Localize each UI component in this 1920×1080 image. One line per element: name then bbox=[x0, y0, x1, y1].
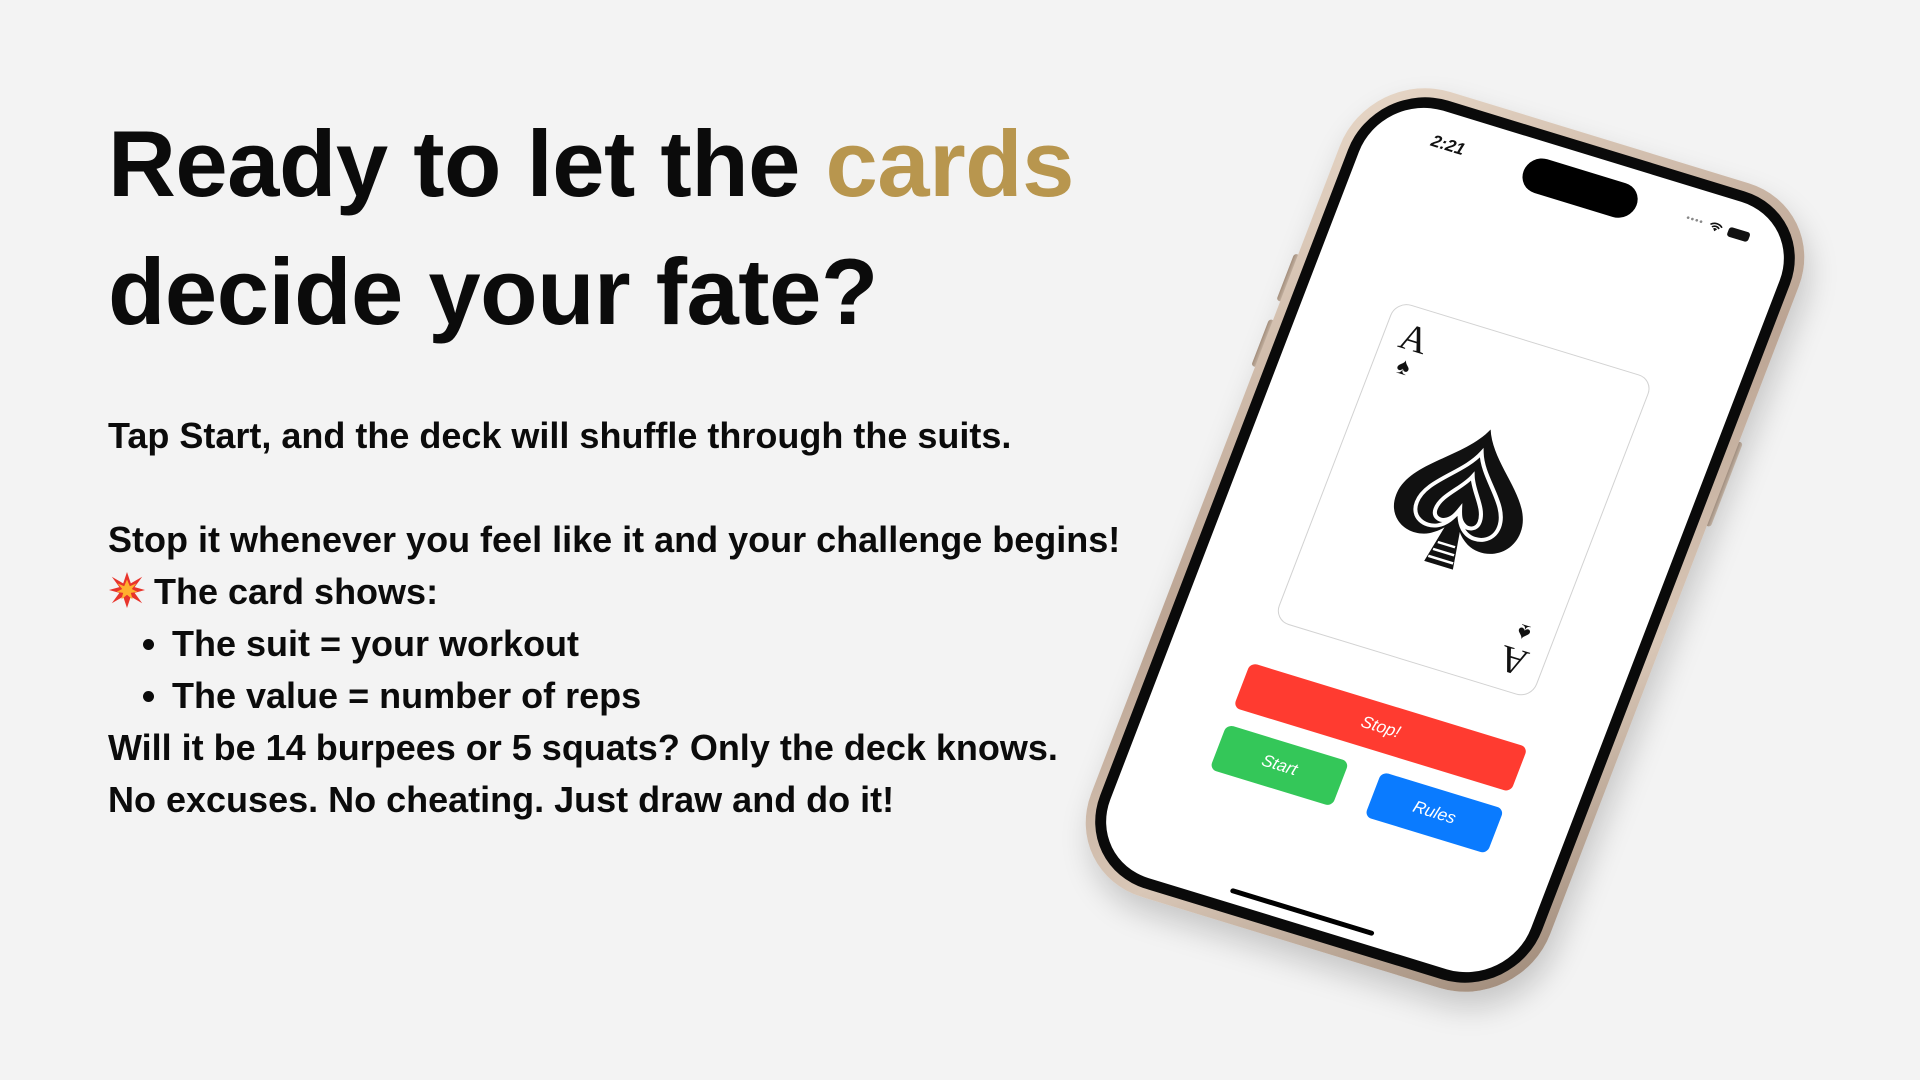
list-item: The suit = your workout bbox=[172, 618, 1158, 670]
intro-text: Tap Start, and the deck will shuffle thr… bbox=[108, 415, 1012, 456]
status-icons: •••• bbox=[1684, 212, 1752, 243]
headline-text-end: decide your fate? bbox=[108, 239, 878, 344]
closing-text: No excuses. No cheating. Just draw and d… bbox=[108, 779, 895, 820]
challenge-text: Stop it whenever you feel like it and yo… bbox=[108, 519, 1121, 560]
headline: Ready to let the cards decide your fate? bbox=[108, 100, 1128, 356]
card-corner-bottom: A ♠ bbox=[1489, 617, 1545, 684]
status-time: 2:21 bbox=[1428, 131, 1468, 160]
phone-mockup: 2:21 •••• A ♠ A ♠ Stop! Start Rules bbox=[1061, 67, 1829, 1013]
collision-icon bbox=[108, 571, 146, 609]
card-rank: A bbox=[1492, 636, 1534, 684]
wifi-icon bbox=[1710, 222, 1723, 231]
description: Tap Start, and the deck will shuffle thr… bbox=[108, 410, 1158, 826]
spade-icon bbox=[1394, 429, 1523, 570]
playing-card: A ♠ A ♠ bbox=[1273, 300, 1655, 700]
card-shows-line: The card shows: bbox=[108, 566, 1158, 618]
battery-icon bbox=[1726, 226, 1752, 242]
headline-accent: cards bbox=[825, 111, 1075, 216]
signal-icon: •••• bbox=[1684, 212, 1706, 229]
card-shows-label: The card shows: bbox=[154, 571, 439, 612]
question-text: Will it be 14 burpees or 5 squats? Only … bbox=[108, 727, 1058, 768]
card-corner-top: A ♠ bbox=[1382, 316, 1438, 383]
headline-text: Ready to let the bbox=[108, 111, 826, 216]
card-rank: A bbox=[1393, 315, 1435, 363]
list-item: The value = number of reps bbox=[172, 670, 1158, 722]
explanation-list: The suit = your workout The value = numb… bbox=[108, 618, 1158, 722]
